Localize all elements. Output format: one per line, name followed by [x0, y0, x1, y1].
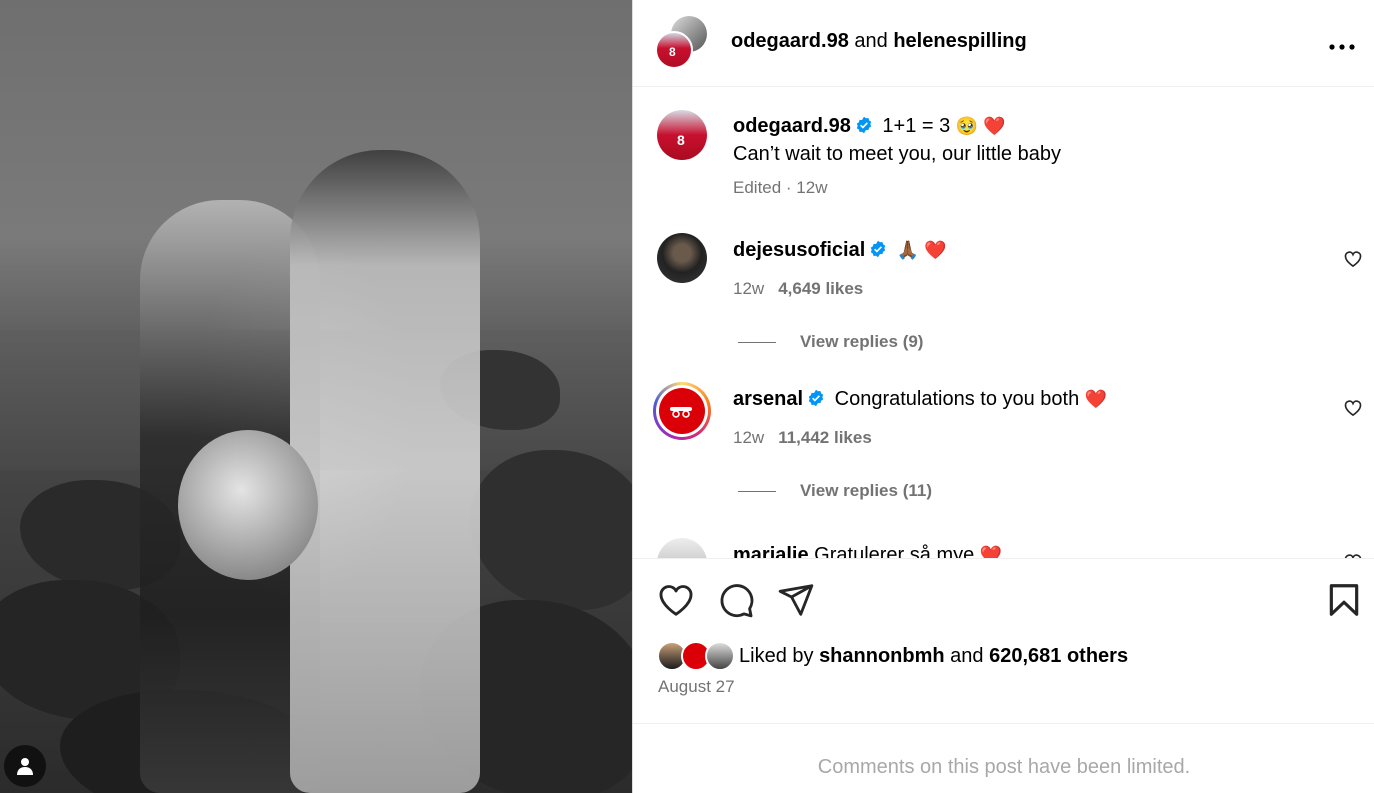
avatar-marialie[interactable]: [657, 538, 707, 558]
view-replies-label: View replies (11): [800, 481, 932, 500]
comments-limited-notice: Comments on this post have been limited.: [633, 723, 1374, 793]
comment-meta: 12w 4,649 likes: [733, 279, 863, 299]
comment-text: marialie Gratulerer så mye ❤️: [733, 541, 1002, 558]
comment-username[interactable]: dejesusoficial: [733, 239, 865, 261]
comment-likes[interactable]: 11,442 likes: [778, 428, 872, 447]
comment-text: dejesusoficial 🙏🏾 ❤️: [733, 236, 947, 264]
avatar-dejesusoficial[interactable]: [657, 233, 707, 283]
caption-line-2: Can’t wait to meet you, our little baby: [733, 143, 1061, 165]
post-header: 8 odegaard.98 and helenespilling: [633, 0, 1374, 87]
comment-icon[interactable]: [717, 581, 755, 619]
more-options-button[interactable]: [1329, 30, 1355, 58]
comment-text: arsenal Congratulations to you both ❤️: [733, 385, 1107, 413]
liked-by-avatars: [657, 641, 735, 671]
author-username[interactable]: odegaard.98: [731, 30, 849, 52]
liked-by-others[interactable]: 620,681 others: [989, 645, 1128, 668]
liker-avatar[interactable]: [705, 641, 735, 671]
avatar-arsenal[interactable]: [653, 382, 711, 440]
heart-outline-icon[interactable]: [1343, 398, 1363, 418]
photo-belly: [178, 430, 318, 580]
comment-body: Congratulations to you both: [834, 388, 1080, 410]
user-icon: [17, 758, 33, 775]
caption-text-1: 1+1 = 3: [882, 115, 951, 137]
photo-rock: [470, 450, 632, 610]
comment-likes[interactable]: 4,649 likes: [778, 279, 863, 298]
verified-badge-icon: [871, 240, 886, 258]
caption-meta: Edited · 12w: [733, 178, 828, 197]
heart-outline-icon[interactable]: [1343, 249, 1363, 269]
like-button[interactable]: [657, 581, 695, 619]
comment-emojis: ❤️: [1084, 389, 1108, 409]
comments-scroll-area[interactable]: 8 odegaard.98 1+1 = 3 🥹 ❤️ Can’t wait to…: [633, 88, 1374, 558]
post-photo[interactable]: [0, 0, 632, 793]
replies-divider: [738, 342, 776, 344]
tagged-user-button[interactable]: [4, 745, 46, 787]
liked-by-prefix: Liked by: [739, 644, 814, 667]
verified-badge-icon: [856, 116, 872, 134]
comment-username[interactable]: arsenal: [733, 388, 803, 410]
arsenal-cannon-icon: [670, 407, 692, 418]
liked-by-joiner: and: [950, 644, 984, 667]
post-header-title: odegaard.98 and helenespilling: [731, 30, 1027, 53]
bookmark-icon[interactable]: [1325, 581, 1363, 619]
liked-by: Liked by shannonbmh and 620,681 others: [657, 641, 1128, 671]
comment-body: Gratulerer så mye: [814, 544, 975, 558]
view-replies-label: View replies (9): [800, 332, 924, 351]
view-replies-button[interactable]: View replies (11): [738, 481, 932, 501]
caption-emojis: 🥹 ❤️: [955, 116, 1006, 136]
comment-emojis: 🙏🏾 ❤️: [896, 240, 947, 260]
verified-badge-icon: [808, 389, 824, 407]
post-date[interactable]: August 27: [658, 677, 735, 697]
caption-line-1: odegaard.98 1+1 = 3 🥹 ❤️: [733, 112, 1006, 140]
post-side-panel: 8 odegaard.98 and helenespilling 8 odega…: [632, 0, 1374, 793]
comment-time[interactable]: 12w: [733, 279, 764, 298]
collab-avatars[interactable]: 8: [655, 16, 711, 69]
post-actions: Liked by shannonbmh and 620,681 others A…: [633, 558, 1374, 723]
collaborator-username[interactable]: helenespilling: [893, 30, 1026, 52]
avatar-odegaard[interactable]: 8: [657, 110, 707, 160]
replies-divider: [738, 491, 776, 493]
avatar-odegaard[interactable]: 8: [655, 31, 693, 69]
share-icon[interactable]: [777, 581, 815, 619]
view-replies-button[interactable]: View replies (9): [738, 332, 923, 352]
comment-time[interactable]: 12w: [733, 428, 764, 447]
caption-username[interactable]: odegaard.98: [733, 115, 851, 137]
more-options-icon: [1329, 44, 1355, 50]
comment-meta: 12w 11,442 likes: [733, 428, 872, 448]
header-joiner: and: [854, 30, 888, 52]
comment-username[interactable]: marialie: [733, 544, 809, 558]
comment-emojis: ❤️: [979, 545, 1003, 558]
liked-by-user[interactable]: shannonbmh: [819, 645, 945, 668]
photo-figure-man: [290, 150, 480, 793]
